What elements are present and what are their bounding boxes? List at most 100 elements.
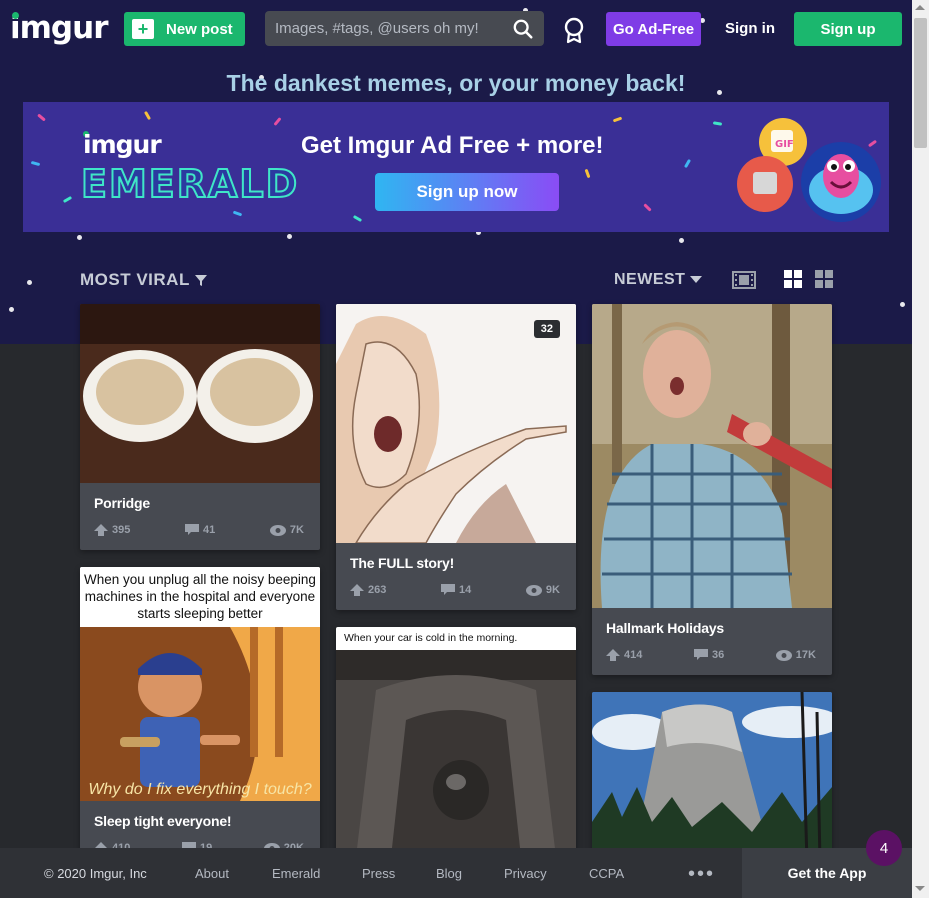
post-title[interactable]: Hallmark Holidays [592,608,832,636]
footer-link-blog[interactable]: Blog [436,866,462,881]
comment-icon [441,584,456,595]
comment-icon [185,524,200,535]
meme-caption-bottom: Why do I fix everything I touch? [88,781,312,798]
comment-count: 36 [711,649,725,661]
footer-link-about[interactable]: About [195,866,229,881]
post-card[interactable]: Porridge 395 41 7K [80,304,320,550]
post-title[interactable]: The FULL story! [336,543,576,571]
gear-shifter-image [336,650,576,857]
section-selector[interactable]: MOST VIRAL [80,270,208,290]
waterfall-grid-view-icon[interactable] [815,270,834,289]
view-stat: 7K [269,524,304,536]
post-title[interactable]: Sleep tight everyone! [80,801,320,829]
notification-badge[interactable]: 4 [866,830,902,866]
new-post-button[interactable]: + New post [124,12,245,46]
post-thumbnail[interactable]: When you unplug all the noisy beeping ma… [80,567,320,801]
post-card[interactable]: 32 The FULL story! 263 14 9K [336,304,576,610]
plus-icon: + [132,19,154,39]
gallery-sort-bar: MOST VIRAL NEWEST [80,268,834,292]
post-thumbnail[interactable]: 32 [336,304,576,543]
scroll-down-arrow-icon[interactable] [915,886,925,891]
section-label: MOST VIRAL [80,270,190,289]
post-stats: 263 14 9K [336,571,576,610]
filter-icon [194,275,207,286]
footer-link-ccpa[interactable]: CCPA [589,866,624,881]
eye-icon [775,649,792,661]
logo-dot [12,12,19,19]
footer-copyright: © 2020 Imgur, Inc [44,866,147,881]
banner-signup-button[interactable]: Sign up now [375,173,559,211]
view-stat: 9K [525,584,560,596]
footer-link-emerald[interactable]: Emerald [272,866,320,881]
view-count: 17K [795,649,816,661]
post-card[interactable]: Hallmark Holidays 414 36 17K [592,304,832,675]
post-card[interactable] [592,692,832,862]
post-stats: 414 36 17K [592,636,832,675]
more-options-icon[interactable]: ••• [688,863,715,886]
view-count: 9K [545,584,560,596]
svg-text:GIF: GIF [775,139,794,150]
upvote-stat: 263 [350,584,386,596]
uniform-grid-view-icon[interactable] [784,270,803,289]
chevron-down-icon [690,276,703,283]
scroll-thumb[interactable] [914,18,927,148]
post-thumbnail[interactable] [592,304,832,608]
search-bar [265,11,544,46]
upvote-arrow-icon[interactable] [350,584,364,596]
wreck-it-ralph-image [80,627,320,801]
sign-up-button[interactable]: Sign up [794,12,902,46]
comment-stat: 36 [693,649,725,661]
meme-caption-top: When you unplug all the noisy beeping ma… [80,567,320,627]
view-stat: 17K [775,649,816,661]
post-card[interactable]: When your car is cold in the morning. [336,627,576,857]
upvote-count: 263 [368,584,387,596]
award-icon[interactable] [562,16,586,44]
sort-order-selector[interactable]: NEWEST [614,271,703,289]
comment-icon [693,649,708,660]
new-post-label: New post [166,20,233,38]
star-decoration [27,280,32,285]
emerald-banner[interactable]: imgur EMERALD Get Imgur Ad Free + more! … [23,102,889,232]
star-decoration [679,238,684,243]
star-decoration [9,307,14,312]
search-icon[interactable] [512,18,534,40]
tagline: The dankest memes, or your money back! [226,70,686,96]
sort-order-label: NEWEST [614,271,686,288]
image-count-badge: 32 [533,320,560,338]
eye-icon [269,524,286,536]
upvote-stat: 395 [94,524,130,536]
comment-count: 41 [203,524,216,536]
page-scrollbar[interactable] [912,0,929,898]
upvote-arrow-icon[interactable] [606,649,620,661]
emerald-wordmark: EMERALD [80,161,300,207]
eye-icon [525,584,542,596]
post-stats: 395 41 7K [80,511,320,550]
footer-link-press[interactable]: Press [362,866,395,881]
upvote-count: 414 [624,649,643,661]
top-navigation: imgur + New post Go Ad-Free Sign in Sign… [0,0,912,58]
post-thumbnail[interactable]: When your car is cold in the morning. [336,627,576,857]
view-count: 7K [289,524,304,536]
post-card[interactable]: When you unplug all the noisy beeping ma… [80,567,320,868]
post-thumbnail[interactable] [80,304,320,483]
post-title[interactable]: Porridge [80,483,320,511]
footer-link-privacy[interactable]: Privacy [504,866,547,881]
star-decoration [900,302,905,307]
film-view-icon[interactable] [732,270,756,290]
star-decoration [287,234,292,239]
upvote-arrow-icon[interactable] [94,524,108,536]
comment-stat: 14 [441,584,471,596]
sign-in-link[interactable]: Sign in [725,20,775,37]
comment-count: 14 [459,584,472,596]
meme-caption-top: When your car is cold in the morning. [336,627,576,650]
go-ad-free-button[interactable]: Go Ad-Free [606,12,701,46]
porridge-image [80,304,320,483]
post-thumbnail[interactable] [592,692,832,862]
imgur-logo[interactable]: imgur [10,10,108,46]
search-input[interactable] [275,20,512,37]
star-decoration [77,235,82,240]
el-capitan-image [592,692,832,862]
scroll-up-arrow-icon[interactable] [915,5,925,10]
comment-stat: 41 [185,524,215,536]
pointing-woman-image [336,304,576,543]
